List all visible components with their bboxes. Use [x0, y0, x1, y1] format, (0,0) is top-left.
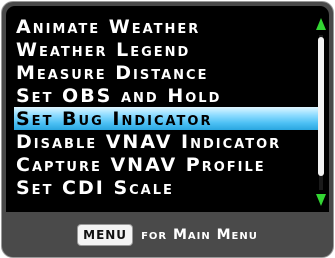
- menu-item-set-cdi-scale[interactable]: Set CDI Scale: [14, 176, 319, 199]
- device-bezel: Animate Weather Weather Legend Measure D…: [1, 1, 334, 258]
- menu-footer: MENU for Main Menu: [2, 214, 333, 257]
- scrollbar-thumb[interactable]: [318, 37, 324, 176]
- footer-hint-text: for Main Menu: [141, 227, 258, 243]
- scroll-up-arrow-icon[interactable]: [316, 18, 326, 30]
- menu-item-capture-vnav-profile[interactable]: Capture VNAV Profile: [14, 153, 319, 176]
- menu-item-animate-weather[interactable]: Animate Weather: [14, 15, 319, 38]
- menu-item-measure-distance[interactable]: Measure Distance: [14, 61, 319, 84]
- menu-screen: Animate Weather Weather Legend Measure D…: [6, 6, 329, 212]
- menu-item-set-obs-and-hold[interactable]: Set OBS and Hold: [14, 84, 319, 107]
- scroll-down-arrow-icon[interactable]: [316, 194, 326, 206]
- menu-item-set-bug-indicator[interactable]: Set Bug Indicator: [14, 107, 319, 130]
- menu-item-disable-vnav-indicator[interactable]: Disable VNAV Indicator: [14, 130, 319, 153]
- menu-list: Animate Weather Weather Legend Measure D…: [14, 15, 319, 199]
- menu-item-weather-legend[interactable]: Weather Legend: [14, 38, 319, 61]
- menu-key-button[interactable]: MENU: [77, 224, 134, 246]
